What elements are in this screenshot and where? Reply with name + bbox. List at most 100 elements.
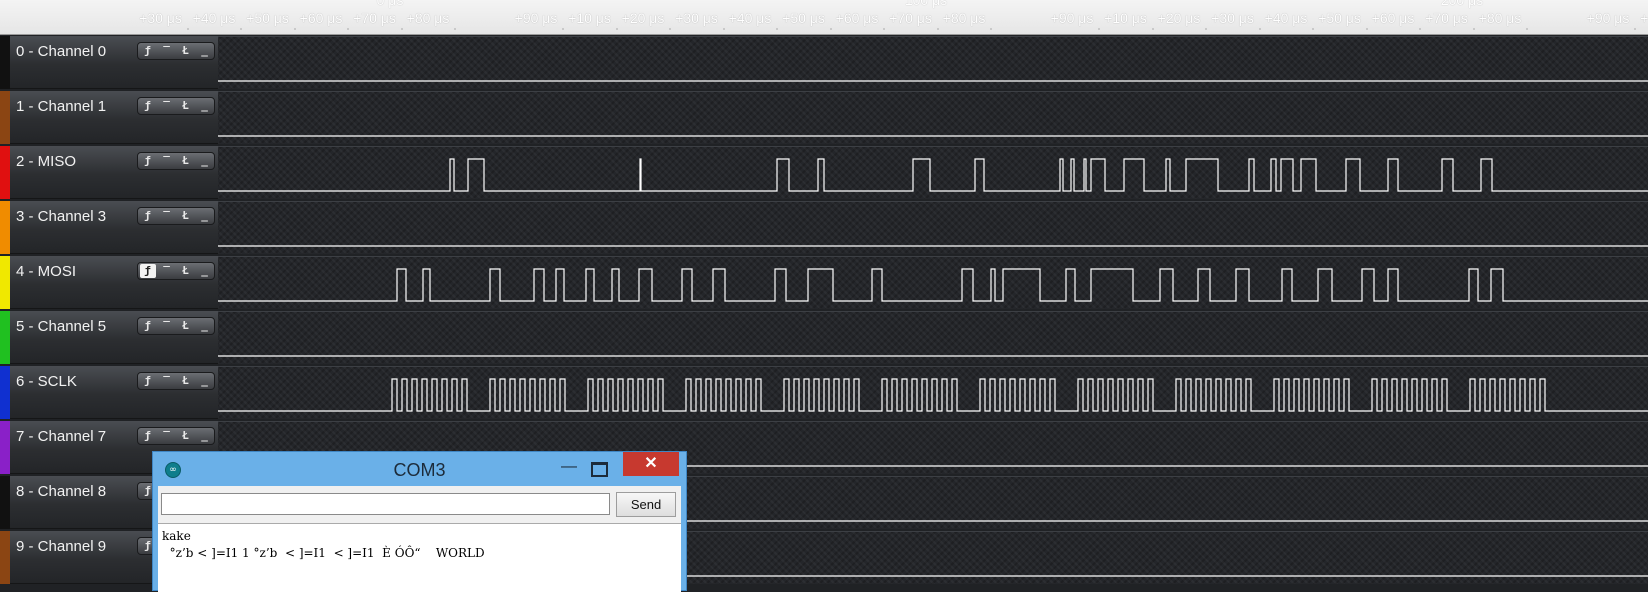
- low-level-trigger-icon[interactable]: _: [197, 374, 213, 388]
- rising-edge-trigger-icon[interactable]: ƒ: [140, 44, 156, 58]
- ruler-tick-label: +90 μs: [1050, 10, 1094, 26]
- rising-edge-trigger-icon[interactable]: ƒ: [140, 209, 156, 223]
- channel-color-indicator: [0, 91, 10, 144]
- ruler-tick: [1098, 28, 1100, 30]
- ruler-tick: [1472, 28, 1475, 30]
- close-button[interactable]: ✕: [623, 452, 679, 476]
- channel-label[interactable]: 1 - Channel 1 ƒ ‾ Ł _: [0, 91, 218, 144]
- low-level-trigger-icon[interactable]: _: [197, 319, 213, 333]
- channel-label[interactable]: 3 - Channel 3 ƒ ‾ Ł _: [0, 201, 218, 254]
- low-level-trigger-icon[interactable]: _: [197, 44, 213, 58]
- signal-waveform-area[interactable]: [218, 91, 1648, 144]
- waveform: [218, 80, 1648, 82]
- trigger-settings[interactable]: ƒ‾Ł_: [137, 207, 215, 225]
- ruler-tick: [1151, 28, 1154, 30]
- trigger-settings[interactable]: ƒ‾Ł_: [137, 152, 215, 170]
- high-level-trigger-icon[interactable]: ‾: [159, 429, 175, 443]
- signal-waveform-area[interactable]: [218, 146, 1648, 199]
- channel-label[interactable]: 4 - MOSI ƒ ‾ Ł _: [0, 256, 218, 309]
- trigger-settings[interactable]: ƒ‾Ł_: [137, 317, 215, 335]
- signal-waveform-area[interactable]: [218, 201, 1648, 254]
- serial-monitor-titlebar[interactable]: ∞ COM3 — ✕: [153, 452, 686, 486]
- ruler-tick: [776, 28, 778, 30]
- trigger-settings[interactable]: ƒ‾Ł_: [137, 372, 215, 390]
- low-level-trigger-icon[interactable]: _: [197, 429, 213, 443]
- signal-waveform-area[interactable]: [218, 366, 1648, 419]
- send-button[interactable]: Send: [616, 492, 676, 517]
- ruler-tick: [454, 28, 456, 30]
- ruler-tick: [615, 28, 618, 30]
- time-ruler[interactable]: +30 μs +40 μs +50 μs +60 μs +70 μs +80 μs +90 …: [0, 0, 1648, 35]
- channel-label[interactable]: 0 - Channel 0 ƒ ‾ Ł _: [0, 36, 218, 89]
- trigger-settings[interactable]: ƒ‾Ł_: [137, 427, 215, 445]
- ruler-tick: [1365, 28, 1368, 30]
- low-level-trigger-icon[interactable]: _: [197, 99, 213, 113]
- low-level-trigger-icon[interactable]: _: [197, 154, 213, 168]
- ruler-tick-label: +50 μs: [1318, 10, 1361, 26]
- channel-label[interactable]: 6 - SCLK ƒ ‾ Ł _: [0, 366, 218, 419]
- channel-color-indicator: [0, 476, 10, 529]
- ruler-tick: [400, 28, 403, 30]
- channel-row: 3 - Channel 3 ƒ ‾ Ł _: [0, 201, 1648, 254]
- high-level-trigger-icon[interactable]: ‾: [159, 209, 175, 223]
- falling-edge-trigger-icon[interactable]: Ł: [178, 429, 194, 443]
- falling-edge-trigger-icon[interactable]: Ł: [178, 374, 194, 388]
- trigger-settings[interactable]: ƒ‾Ł_: [137, 97, 215, 115]
- falling-edge-trigger-icon[interactable]: Ł: [178, 99, 194, 113]
- channel-label[interactable]: 5 - Channel 5 ƒ ‾ Ł _: [0, 311, 218, 364]
- channel-color-indicator: [0, 311, 10, 364]
- ruler-tick-label: +10 μs: [568, 10, 611, 26]
- rising-edge-trigger-icon[interactable]: ƒ: [140, 374, 156, 388]
- ruler-tick-label: +70 μs: [889, 10, 932, 26]
- ruler-tick: [186, 28, 189, 30]
- channel-label[interactable]: 2 - MISO ƒ ‾ Ł _: [0, 146, 218, 199]
- waveform: [218, 158, 1648, 192]
- falling-edge-trigger-icon[interactable]: Ł: [178, 319, 194, 333]
- ruler-tick-label: +80 μs: [406, 10, 450, 26]
- ruler-tick: [1312, 28, 1314, 30]
- waveform-trace: [218, 158, 1648, 192]
- ruler-tick: [293, 28, 296, 30]
- channel-color-indicator: [0, 531, 10, 584]
- high-level-trigger-icon[interactable]: ‾: [159, 99, 175, 113]
- ruler-tick: [936, 28, 939, 30]
- ruler-tick-label: +50 μs: [246, 10, 289, 26]
- rising-edge-trigger-icon[interactable]: ƒ: [139, 264, 156, 278]
- trigger-settings[interactable]: ƒ‾Ł_: [137, 42, 215, 60]
- ruler-tick-label: +50 μs: [782, 10, 825, 26]
- high-level-trigger-icon[interactable]: ‾: [159, 264, 175, 278]
- ruler-tick: [1634, 28, 1636, 30]
- falling-edge-trigger-icon[interactable]: Ł: [178, 209, 194, 223]
- signal-waveform-area[interactable]: [218, 256, 1648, 309]
- serial-monitor-window[interactable]: ∞ COM3 — ✕ Send kake °z’b < ]=I1 1 °z’b …: [152, 451, 687, 592]
- rising-edge-trigger-icon[interactable]: ƒ: [140, 429, 156, 443]
- channel-name: 6 - SCLK: [16, 373, 77, 390]
- signal-waveform-area[interactable]: [218, 36, 1648, 89]
- waveform: [218, 378, 1648, 412]
- signal-waveform-area[interactable]: [218, 311, 1648, 364]
- rising-edge-trigger-icon[interactable]: ƒ: [140, 154, 156, 168]
- minimize-icon: —: [561, 458, 577, 475]
- trigger-settings[interactable]: ƒ‾Ł_: [137, 262, 215, 280]
- channel-row: 4 - MOSI ƒ ‾ Ł _: [0, 256, 1648, 309]
- rising-edge-trigger-icon[interactable]: ƒ: [140, 319, 156, 333]
- rising-edge-trigger-icon[interactable]: ƒ: [140, 99, 156, 113]
- falling-edge-trigger-icon[interactable]: Ł: [178, 154, 194, 168]
- serial-send-input[interactable]: [161, 493, 610, 515]
- high-level-trigger-icon[interactable]: ‾: [159, 374, 175, 388]
- ruler-tick: [990, 28, 992, 30]
- falling-edge-trigger-icon[interactable]: Ł: [178, 264, 194, 278]
- channel-name: 8 - Channel 8: [16, 483, 107, 500]
- falling-edge-trigger-icon[interactable]: Ł: [178, 44, 194, 58]
- serial-output-line: °z’b < ]=I1 1 °z’b < ]=I1 < ]=I1 È ÓÔ“ W…: [162, 546, 485, 560]
- minimize-button[interactable]: —: [555, 456, 583, 480]
- high-level-trigger-icon[interactable]: ‾: [159, 319, 175, 333]
- low-level-trigger-icon[interactable]: _: [197, 264, 213, 278]
- high-level-trigger-icon[interactable]: ‾: [159, 154, 175, 168]
- ruler-tick-label: +70 μs: [353, 10, 396, 26]
- serial-output-area[interactable]: kake °z’b < ]=I1 1 °z’b < ]=I1 < ]=I1 È …: [158, 523, 681, 592]
- channel-color-indicator: [0, 201, 10, 254]
- maximize-button[interactable]: [585, 456, 613, 480]
- high-level-trigger-icon[interactable]: ‾: [159, 44, 175, 58]
- low-level-trigger-icon[interactable]: _: [197, 209, 213, 223]
